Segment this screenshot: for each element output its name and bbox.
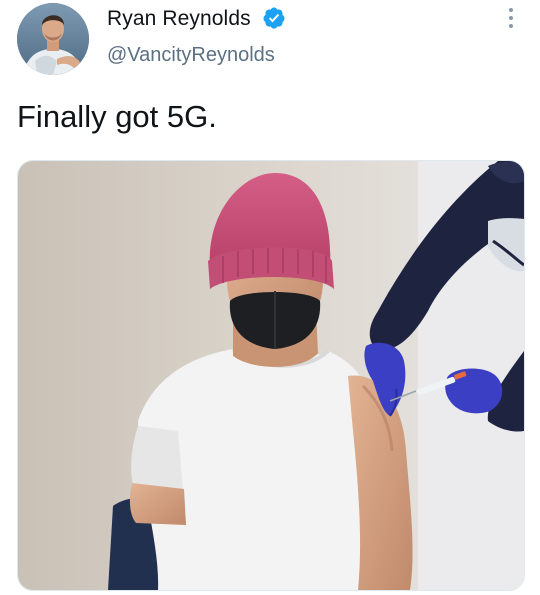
avatar[interactable] <box>17 3 89 75</box>
vaccination-photo <box>18 161 524 590</box>
tweet: Ryan Reynolds @VancityReynolds Finally g… <box>0 0 540 595</box>
verified-badge-icon <box>263 7 285 29</box>
avatar-image <box>17 3 89 75</box>
tweet-text: Finally got 5G. <box>17 99 217 134</box>
more-options-icon[interactable] <box>505 8 517 34</box>
display-name[interactable]: Ryan Reynolds <box>107 7 251 31</box>
author-handle[interactable]: @VancityReynolds <box>107 44 275 67</box>
tweet-photo[interactable] <box>17 160 525 591</box>
